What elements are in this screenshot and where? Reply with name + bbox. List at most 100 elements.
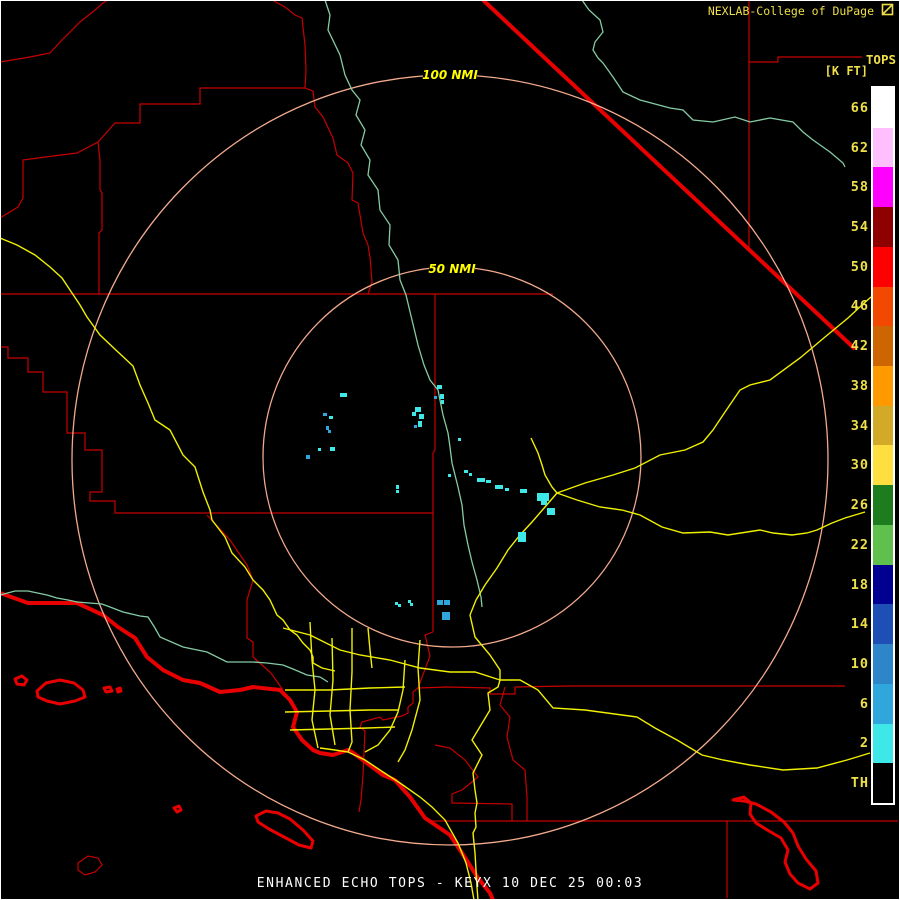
radar-echo [340, 393, 347, 397]
colorbar-block-62 [873, 128, 893, 168]
radar-echo [418, 421, 422, 427]
radar-echo [541, 501, 547, 505]
coastline [0, 593, 493, 900]
state-boundary [483, 0, 855, 349]
county-boundary [0, 88, 305, 218]
colorbar-block-2 [873, 724, 893, 764]
radar-echo [415, 407, 421, 412]
range-ring-label: 50 NMI [428, 262, 476, 276]
radar-echo [464, 470, 468, 473]
radar-echo [505, 488, 509, 491]
range-ring-label: 100 NMI [422, 68, 478, 82]
county-boundary [359, 632, 433, 812]
county-boundary [98, 142, 102, 294]
colorbar-block-14 [873, 604, 893, 644]
highway [472, 680, 500, 900]
radar-echo [458, 438, 461, 441]
radar-echo [537, 493, 549, 501]
radar-echo [486, 480, 491, 483]
colorbar-block-10 [873, 644, 893, 684]
county-boundary [749, 57, 862, 62]
colorbar-label-6: 6 [860, 696, 869, 712]
radar-echo [395, 602, 398, 605]
radar-echo [412, 412, 416, 416]
highway [285, 687, 405, 690]
radar-echo [437, 385, 442, 389]
county-boundary [418, 686, 845, 694]
radar-echo [398, 604, 401, 607]
radar-echo [434, 396, 437, 399]
colorbar-label-22: 22 [851, 537, 869, 553]
colorbar-block-42 [873, 326, 893, 366]
radar-echo [477, 478, 485, 482]
county-boundary [500, 687, 527, 821]
colorbar-block-30 [873, 445, 893, 485]
highway [398, 640, 420, 762]
range-ring [72, 75, 828, 845]
colorbar-label-54: 54 [851, 219, 869, 235]
colorbar-label-66: 66 [851, 100, 869, 116]
colorbar-block-54 [873, 207, 893, 247]
scale-title: TOPS [866, 52, 896, 67]
radar-echo [547, 508, 555, 515]
colorbar-block-34 [873, 406, 893, 446]
highway [290, 727, 395, 730]
colorbar-block-50 [873, 247, 893, 287]
county-boundary [0, 347, 433, 513]
radar-echo [396, 485, 399, 489]
radar-echo [410, 603, 413, 606]
river [325, 0, 482, 607]
colorbar-label-34: 34 [851, 418, 869, 434]
highway [557, 493, 865, 535]
colorbar-label-18: 18 [851, 577, 869, 593]
colorbar-block-22 [873, 525, 893, 565]
highway [500, 680, 870, 770]
radar-echo [520, 489, 527, 493]
colorbar-label-58: 58 [851, 179, 869, 195]
box-diagonal-icon [881, 3, 894, 16]
radar-echo [396, 490, 399, 493]
range-ring [263, 267, 641, 647]
county-boundary [0, 0, 108, 62]
radar-map: 100 NMI 50 NMI [0, 0, 900, 900]
colorbar-block-58 [873, 167, 893, 207]
colorbar-label-42: 42 [851, 338, 869, 354]
island-outline [256, 811, 313, 848]
radar-echo [326, 426, 329, 430]
radar-echo [469, 473, 472, 476]
colorbar-label-2: 2 [860, 735, 869, 751]
radar-echo [441, 400, 444, 404]
radar-echo [495, 485, 503, 489]
highway [348, 628, 352, 752]
colorbar-block-38 [873, 366, 893, 406]
colorbar-label-46: 46 [851, 298, 869, 314]
colorbar-label-26: 26 [851, 497, 869, 513]
river [582, 0, 845, 167]
colorbar-block-18 [873, 565, 893, 605]
brand-text: NEXLAB-College of DuPage [708, 4, 874, 18]
scale-units: [K FT] [825, 64, 868, 78]
island-outline [174, 806, 181, 812]
colorbar-label-14: 14 [851, 616, 869, 632]
highway [531, 438, 557, 493]
colorbar-label-62: 62 [851, 140, 869, 156]
radar-echo [437, 600, 443, 605]
radar-echo [419, 414, 424, 419]
highway [365, 660, 405, 752]
radar-echo [328, 430, 331, 433]
radar-echo [318, 448, 321, 451]
radar-echo [306, 455, 310, 459]
colorbar-label-38: 38 [851, 378, 869, 394]
colorbar-block-46 [873, 287, 893, 327]
island-outline [104, 687, 112, 692]
colorbar-label-50: 50 [851, 259, 869, 275]
colorbar-label-TH: TH [851, 775, 869, 791]
colorbar-labels: 66625854504642383430262218141062TH [839, 88, 869, 803]
radar-echo [444, 600, 450, 605]
county-boundary [272, 0, 306, 88]
colorbar-block-6 [873, 684, 893, 724]
highway [285, 710, 398, 712]
product-title: ENHANCED ECHO TOPS - KEYX 10 DEC 25 00:0… [0, 876, 900, 891]
colorbar-block-TH [873, 763, 893, 803]
radar-echo [440, 394, 444, 399]
